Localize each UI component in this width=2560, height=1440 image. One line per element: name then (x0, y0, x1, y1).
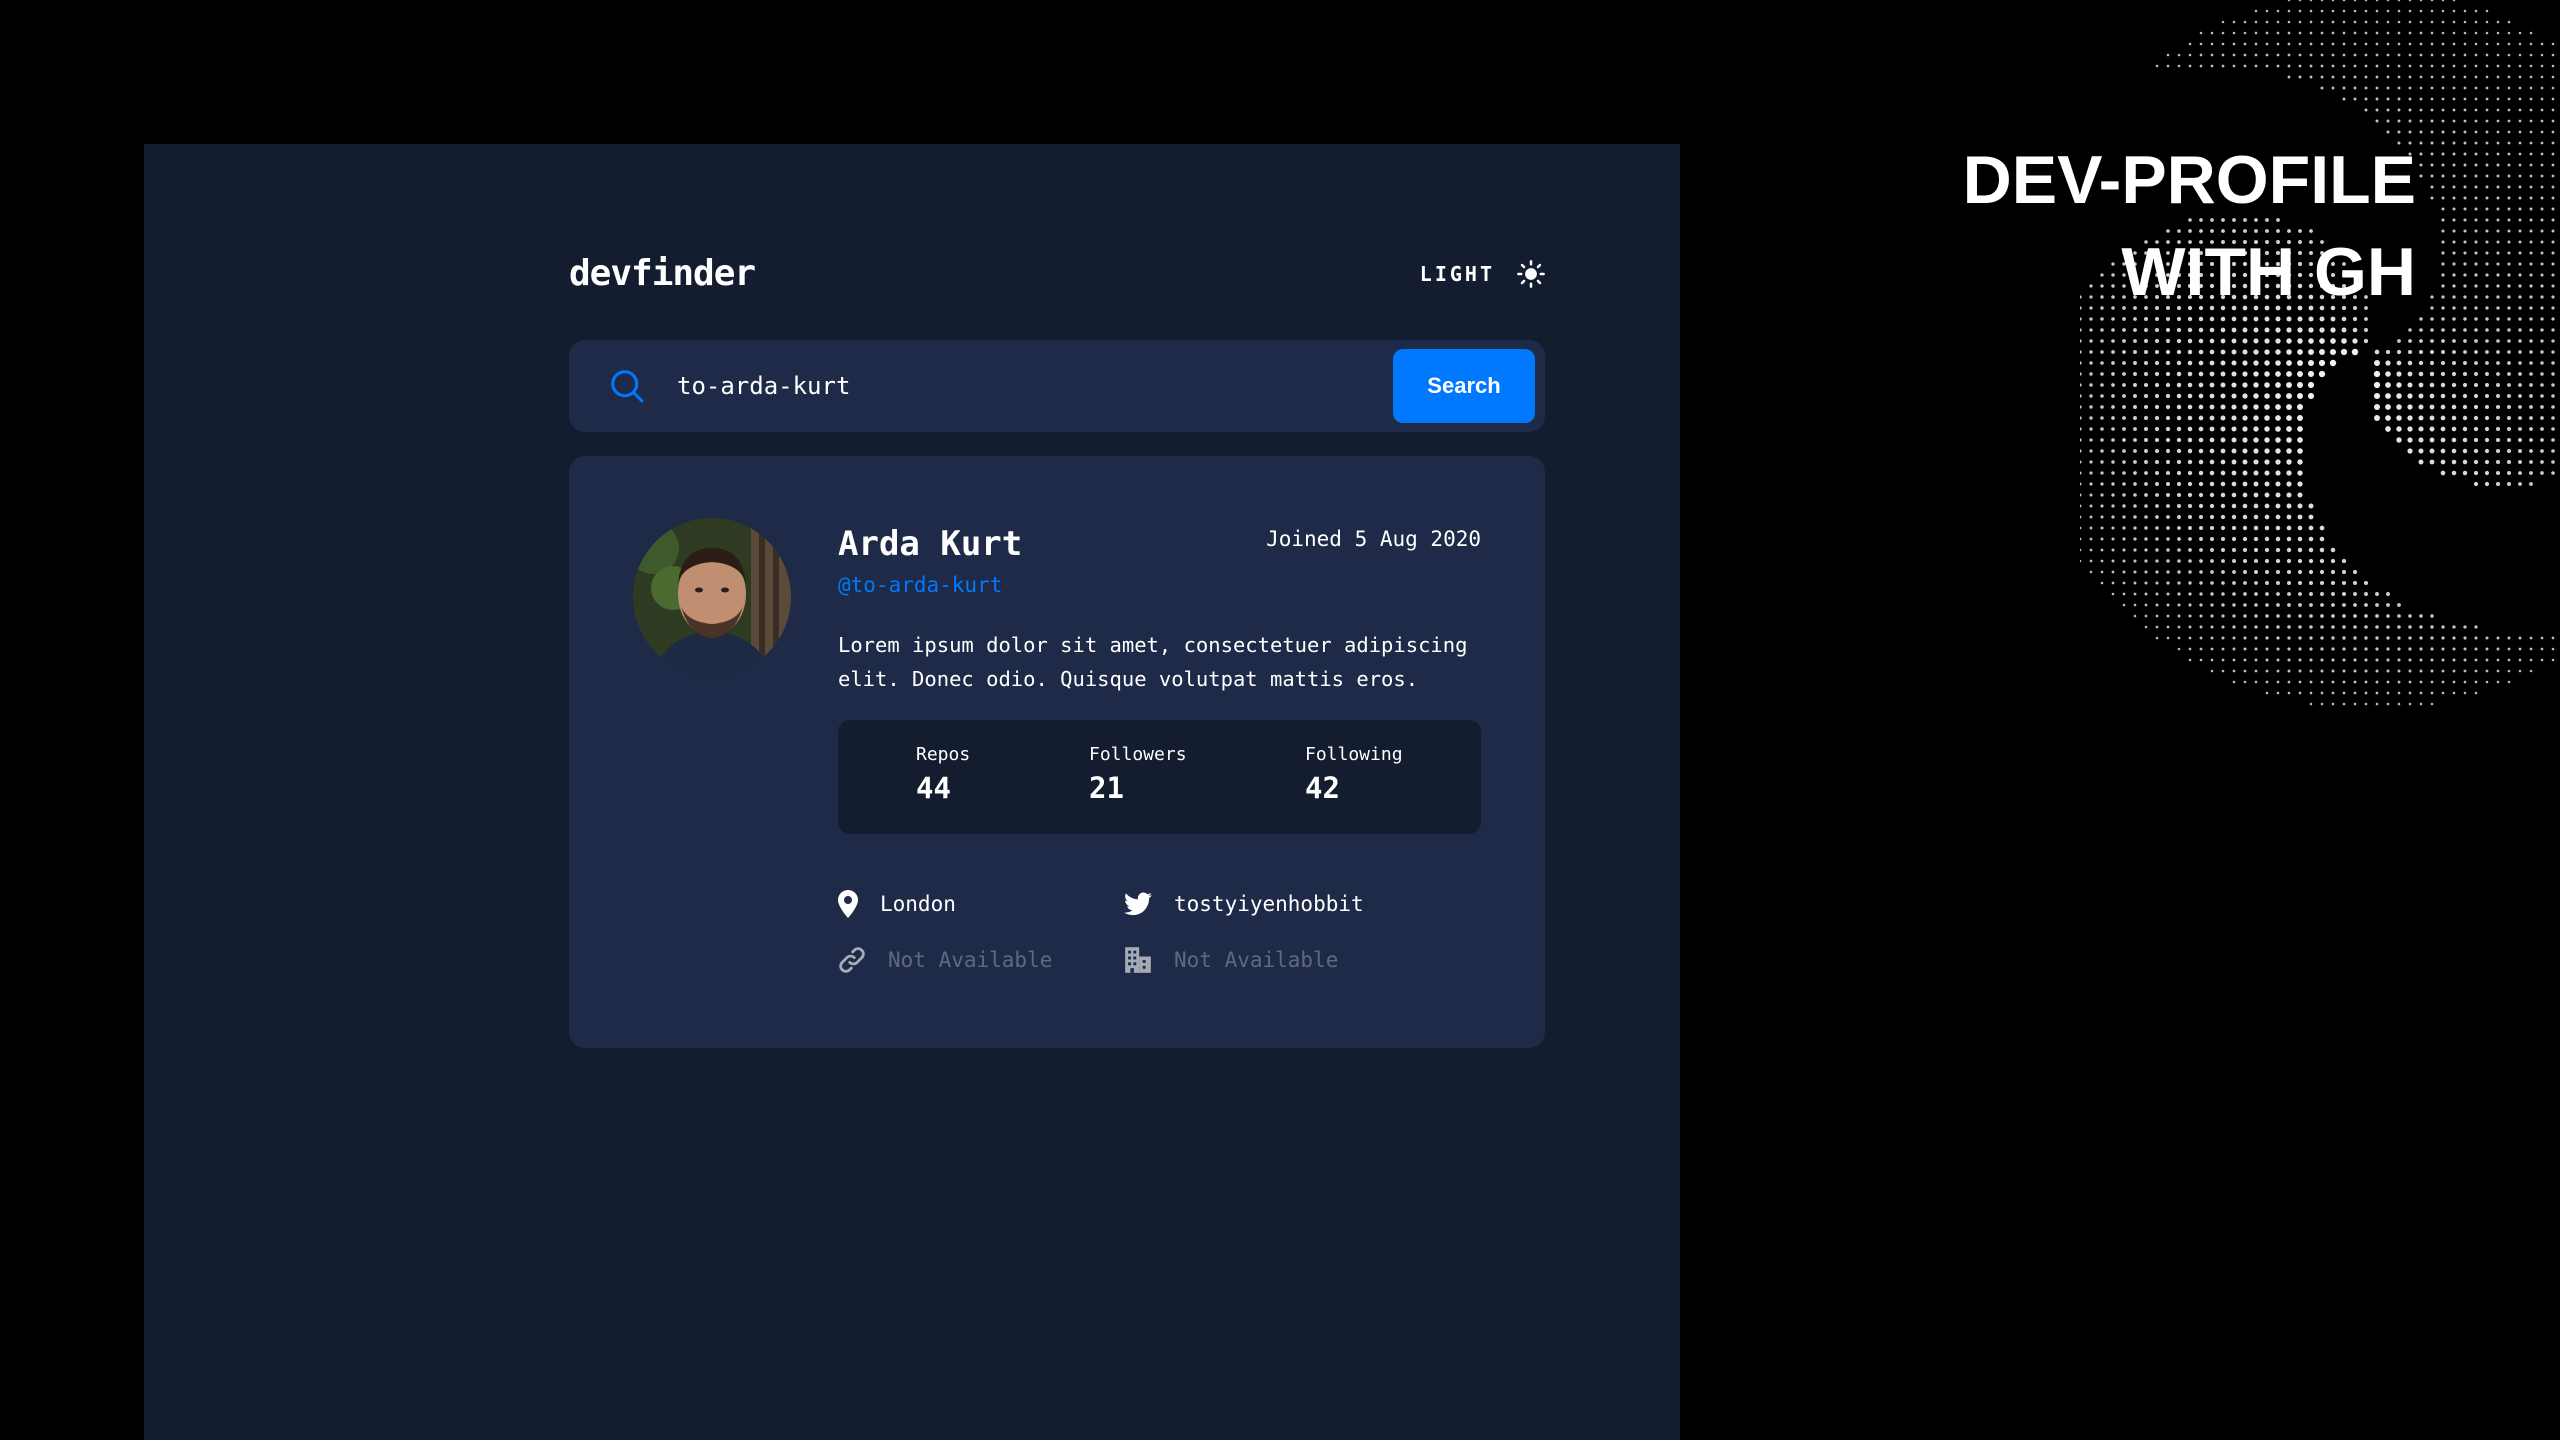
app-panel: devfinder LIGHT to-arda-kurt Search Arda… (144, 144, 1680, 1440)
twitter-handle: tostyiyenhobbit (1174, 892, 1364, 916)
profile-bio: Lorem ipsum dolor sit amet, consectetuer… (838, 633, 1468, 691)
stat-value: 42 (1305, 771, 1340, 805)
search-input[interactable] (677, 362, 1277, 410)
location-text: London (880, 892, 956, 916)
search-icon (611, 370, 644, 403)
blog-item: Not Available (838, 942, 1052, 978)
company-item: Not Available (1124, 942, 1338, 978)
stat-label: Following (1305, 744, 1403, 765)
search-button[interactable]: Search (1393, 349, 1535, 423)
header: devfinder LIGHT (569, 244, 1545, 304)
theme-toggle-label: LIGHT (1419, 262, 1495, 286)
profile-card: Arda Kurt @to-arda-kurt Joined 5 Aug 202… (569, 456, 1545, 1048)
profile-handle-link[interactable]: @to-arda-kurt (838, 570, 1002, 600)
stat-value: 21 (1089, 771, 1124, 805)
stat-label: Followers (1089, 744, 1187, 765)
location-pin-icon (838, 890, 858, 918)
theme-toggle[interactable]: LIGHT (1420, 254, 1545, 294)
company-text: Not Available (1174, 948, 1339, 972)
joined-date: Joined 5 Aug 2020 (1266, 527, 1481, 551)
building-icon (1125, 947, 1151, 973)
stat-followers: Followers 21 (1089, 742, 1187, 808)
sun-icon (1517, 260, 1545, 288)
stat-following: Following 42 (1305, 742, 1403, 808)
profile-links: London tostyiyenhobbit Not Available Not… (838, 886, 1481, 996)
profile-name: Arda Kurt (838, 524, 1023, 564)
stat-label: Repos (916, 744, 971, 765)
location-item: London (838, 886, 956, 922)
promo-title-line-1: DEV-PROFILE (1962, 142, 2416, 218)
stat-repos: Repos 44 (916, 742, 970, 808)
twitter-item[interactable]: tostyiyenhobbit (1124, 886, 1364, 922)
dotted-sphere-decoration (2080, 0, 2555, 706)
stat-value: 44 (916, 771, 951, 805)
stats-panel: Repos 44 Followers 21 Following 42 (838, 720, 1481, 834)
app-logo: devfinder (569, 253, 756, 294)
blog-text: Not Available (888, 948, 1053, 972)
twitter-icon (1124, 892, 1152, 916)
promo-title: DEV-PROFILE WITH GH (1963, 134, 2416, 318)
search-bar: Search (569, 340, 1545, 432)
avatar (633, 518, 791, 676)
promo-title-line-2: WITH GH (2121, 234, 2416, 310)
link-icon (839, 947, 865, 973)
page: devfinder LIGHT to-arda-kurt Search Arda… (0, 0, 2560, 1440)
